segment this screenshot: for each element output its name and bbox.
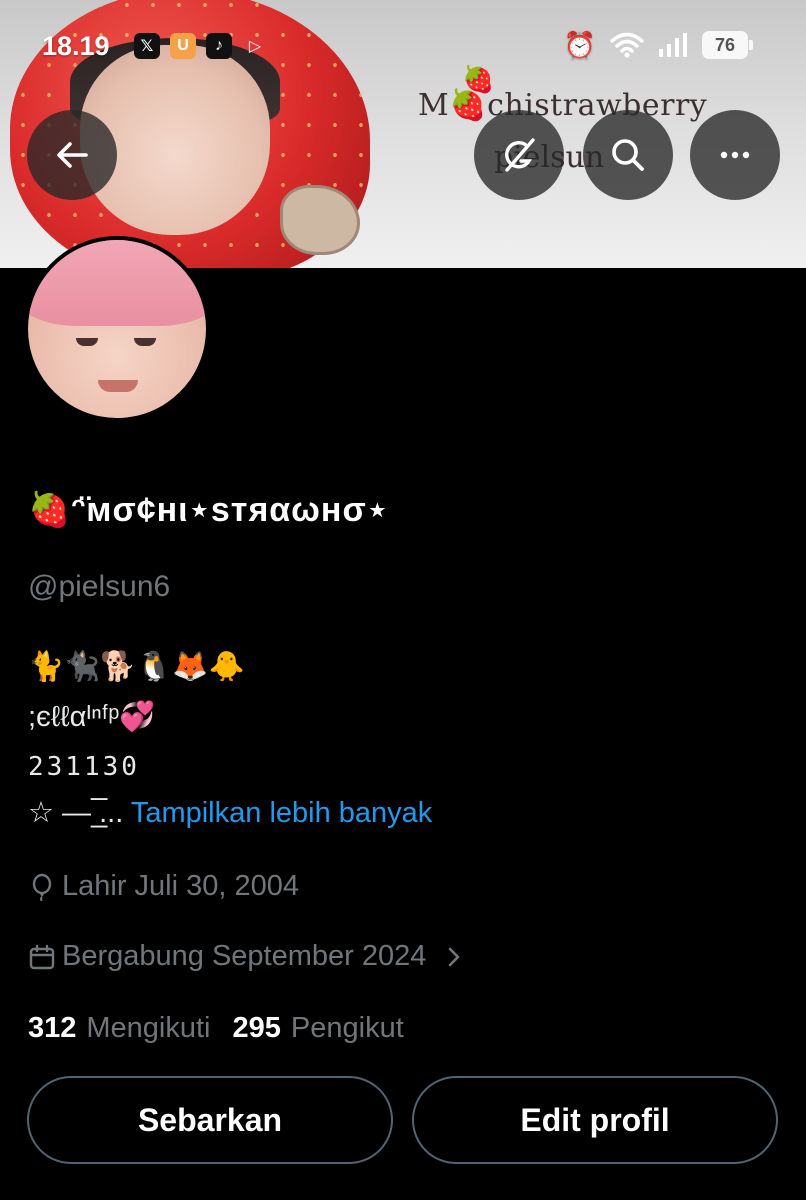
avatar-hair-graphic — [28, 240, 206, 326]
share-button[interactable]: Sebarkan — [27, 1076, 393, 1164]
chevron-right-icon — [449, 947, 460, 966]
banner-title: M🍓chistrawberry — [418, 88, 708, 123]
bio-line-name: ;єℓℓαᴵⁿᶠᵖ💞 — [28, 701, 156, 733]
bio-line-emojis: 🐈🐈‍⬛🐕🐧🦊🐥 — [28, 651, 245, 683]
wifi-icon — [610, 32, 644, 58]
joined-text: Bergabung September 2024 — [62, 940, 427, 972]
followers-label: Pengikut — [290, 1012, 404, 1044]
following-count: 312 — [28, 1012, 77, 1044]
battery-indicator: 76 — [702, 31, 753, 59]
ux-app-icon: U — [170, 33, 196, 59]
followers-count: 295 — [232, 1012, 281, 1044]
avatar-eye-left — [76, 338, 98, 346]
grok-icon — [505, 138, 535, 172]
arrow-left-icon — [57, 142, 88, 168]
following-link[interactable]: 312 Mengikuti — [28, 1012, 211, 1045]
avatar-eye-right — [134, 338, 156, 346]
more-horizontal-icon — [720, 151, 750, 159]
status-bar: 18.19 𝕏 U ♪ ▷ ⏰ 76 — [0, 0, 806, 90]
display-name: 🍓ᵔ̈мσ¢нι⋆ѕтяαωнσ⋆ — [28, 491, 389, 529]
birth-info: Lahir Juli 30, 2004 — [28, 870, 299, 903]
followers-link[interactable]: 295 Pengikut — [233, 1012, 404, 1045]
tiktok-app-icon: ♪ — [206, 33, 232, 59]
status-time: 18.19 — [42, 31, 110, 61]
play-app-icon: ▷ — [248, 38, 262, 55]
grok-button[interactable] — [474, 110, 564, 200]
joined-info[interactable]: Bergabung September 2024 — [28, 940, 468, 973]
avatar-mouth — [98, 380, 138, 392]
search-icon — [612, 139, 644, 171]
birth-text: Lahir Juli 30, 2004 — [62, 870, 299, 902]
bio-line-more: ☆ — ̲̅... Tampilkan lebih banyak — [28, 795, 432, 830]
follow-stats: 312 Mengikuti 295 Pengikut — [28, 1012, 404, 1045]
avatar-photo — [28, 240, 206, 418]
bio-line-date: 231130 — [28, 752, 140, 782]
alarm-icon: ⏰ — [563, 30, 596, 60]
status-indicators: ⏰ 76 — [563, 30, 753, 60]
calendar-icon — [29, 944, 55, 969]
more-button[interactable] — [690, 110, 780, 200]
handle: @pielsun6 — [28, 570, 171, 603]
search-button[interactable] — [583, 110, 673, 200]
signal-icon — [659, 33, 687, 57]
bio-line-prefix: ☆ — ̲̅... — [28, 797, 131, 829]
balloon-icon — [32, 873, 52, 901]
x-app-icon: 𝕏 — [134, 33, 160, 59]
avatar[interactable] — [24, 236, 210, 422]
following-label: Mengikuti — [86, 1012, 211, 1044]
show-more-link[interactable]: Tampilkan lebih banyak — [131, 797, 432, 829]
edit-profile-button[interactable]: Edit profil — [412, 1076, 778, 1164]
back-button[interactable] — [27, 110, 117, 200]
